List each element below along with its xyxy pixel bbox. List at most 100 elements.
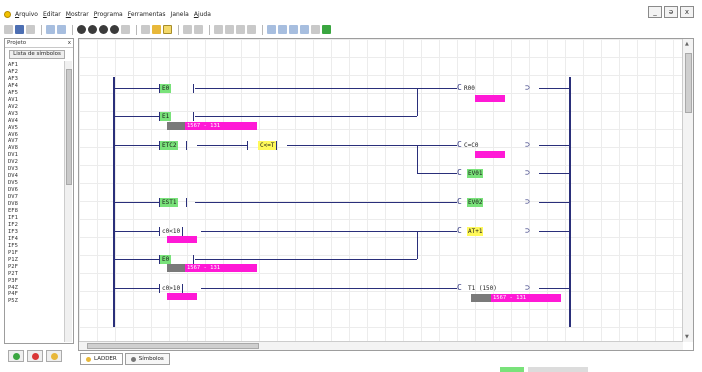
symbol-list-item[interactable]: AF4 [8, 83, 64, 90]
grid-icon[interactable] [183, 25, 192, 34]
symbol-list-item[interactable]: P4Z [8, 285, 64, 292]
symbol-list-item[interactable]: AF1 [8, 62, 64, 69]
symbol-list-item[interactable]: DV7 [8, 194, 64, 201]
refresh-icon[interactable] [311, 25, 320, 34]
table-icon[interactable] [194, 25, 203, 34]
tab-simbolos[interactable]: Símbolos [124, 353, 170, 365]
restore-button[interactable]: ə [664, 6, 678, 18]
contact-etc2[interactable]: ETC2 [159, 141, 188, 150]
coil-ev02[interactable]: C EV02 ⊃ [457, 197, 539, 207]
print-icon[interactable] [141, 25, 150, 34]
symbol-list-item[interactable]: P1F [8, 250, 64, 257]
coil-timer-t1[interactable]: C T1 (150) ⊃ [457, 283, 539, 293]
symbol-list-item[interactable]: IF3 [8, 229, 64, 236]
copy-icon[interactable] [46, 25, 55, 34]
symbol-list-item[interactable]: P2F [8, 264, 64, 271]
symbol-list-item[interactable]: P1Z [8, 257, 64, 264]
symbol-list-item[interactable]: P2T [8, 271, 64, 278]
symbol-list-item[interactable]: AV8 [8, 145, 64, 152]
symbol-list-scrollbar[interactable] [64, 61, 72, 342]
contact-e0[interactable]: E0 [159, 84, 195, 93]
scroll-down-icon[interactable]: ▼ [685, 334, 689, 340]
paste-icon[interactable] [57, 25, 66, 34]
menu-janela[interactable]: Janela [171, 11, 189, 18]
coil-ev01[interactable]: C EV01 ⊃ [457, 168, 539, 178]
symbol-list-item[interactable]: AV5 [8, 125, 64, 132]
menu-mostrar[interactable]: Mostrar [66, 11, 89, 18]
coil-r00[interactable]: C R00 ⊃ [457, 83, 539, 93]
symbol-list-item[interactable]: AV1 [8, 97, 64, 104]
contact-icon[interactable] [236, 25, 245, 34]
symbol-list-item[interactable]: P4F [8, 291, 64, 298]
editor-horizontal-scrollbar[interactable] [79, 341, 683, 350]
symbol-list-item[interactable]: EF8 [8, 208, 64, 215]
find-icon[interactable] [152, 25, 161, 34]
record-icon[interactable] [77, 25, 86, 34]
contact-est1[interactable]: EST1 [159, 198, 188, 207]
symbol-list-item[interactable]: IF4 [8, 236, 64, 243]
ladder-canvas[interactable]: E0 C R00 ⊃ E1 1567 - 131 ETC2 C<=T C C=C… [79, 39, 683, 342]
symbol-list-item[interactable]: DV6 [8, 187, 64, 194]
tab-ladder[interactable]: LADDER [80, 353, 123, 365]
contact-e1[interactable]: E1 [159, 112, 195, 121]
symbol-list-item[interactable]: AV7 [8, 138, 64, 145]
cut-icon[interactable] [26, 25, 35, 34]
redo-icon[interactable] [225, 25, 234, 34]
open-folder-icon[interactable] [15, 25, 24, 34]
scroll-up-icon[interactable]: ▲ [685, 41, 689, 47]
pause-icon[interactable] [99, 25, 108, 34]
symbol-list-item[interactable]: DV2 [8, 159, 64, 166]
io-view-button[interactable] [46, 350, 62, 362]
symbol-list-item[interactable]: IF5 [8, 243, 64, 250]
symbol-list-item[interactable]: IF1 [8, 215, 64, 222]
menu-ferramentas[interactable]: Ferramentas [128, 11, 166, 18]
symbol-list-item[interactable]: DV1 [8, 152, 64, 159]
symbol-list-header[interactable]: Lista de símbolos [9, 50, 65, 59]
zoom-reset-icon[interactable] [300, 25, 309, 34]
coil-at1[interactable]: C AT+1 ⊃ [457, 226, 539, 236]
debug-icon[interactable] [121, 25, 130, 34]
zoom-fit-icon[interactable] [289, 25, 298, 34]
simulate-icon[interactable] [163, 25, 172, 34]
symbol-list-item[interactable]: AV4 [8, 118, 64, 125]
contact-compare[interactable]: C<=T [247, 141, 278, 150]
coil-c0[interactable]: C C=C0 ⊃ [457, 140, 539, 150]
symbol-list-item[interactable]: DV3 [8, 166, 64, 173]
menu-editar[interactable]: Editar [43, 11, 61, 18]
symbols-view-button[interactable] [27, 350, 43, 362]
scrollbar-thumb[interactable] [87, 343, 259, 349]
symbol-list-item[interactable]: AV2 [8, 104, 64, 111]
symbol-list-item[interactable]: P3F [8, 278, 64, 285]
symbol-list-item[interactable]: IF2 [8, 222, 64, 229]
new-file-icon[interactable] [4, 25, 13, 34]
undo-icon[interactable] [214, 25, 223, 34]
tree-view-button[interactable] [8, 350, 24, 362]
contact-e0-b[interactable]: E0 [159, 255, 195, 264]
contact-c0-greater[interactable]: c0>10 [159, 284, 184, 293]
symbol-list-item[interactable]: DV5 [8, 180, 64, 187]
step-icon[interactable] [110, 25, 119, 34]
symbol-list-item[interactable]: DV4 [8, 173, 64, 180]
editor-vertical-scrollbar[interactable]: ▲ ▼ [682, 39, 693, 342]
scrollbar-thumb[interactable] [685, 53, 692, 113]
menu-programa[interactable]: Programa [94, 11, 123, 18]
symbol-list-item[interactable]: AF2 [8, 69, 64, 76]
stop-icon[interactable] [88, 25, 97, 34]
coil-icon[interactable] [247, 25, 256, 34]
symbol-list-item[interactable]: AV6 [8, 132, 64, 139]
contact-c0-less[interactable]: c0<10 [159, 227, 184, 236]
run-icon[interactable] [322, 25, 331, 34]
close-button[interactable]: x [680, 6, 694, 18]
menu-arquivo[interactable]: Arquivo [15, 11, 38, 18]
zoom-in-icon[interactable] [267, 25, 276, 34]
minimize-button[interactable]: _ [648, 6, 662, 18]
panel-close-icon[interactable]: x [68, 39, 71, 48]
zoom-out-icon[interactable] [278, 25, 287, 34]
symbol-list-item[interactable]: AF3 [8, 76, 64, 83]
symbol-list-item[interactable]: AF5 [8, 90, 64, 97]
scrollbar-thumb[interactable] [66, 69, 72, 185]
menu-ajuda[interactable]: Ajuda [194, 11, 211, 18]
symbol-list-item[interactable]: AV3 [8, 111, 64, 118]
symbol-list-item[interactable]: P5Z [8, 298, 64, 305]
symbol-list-item[interactable]: DV8 [8, 201, 64, 208]
